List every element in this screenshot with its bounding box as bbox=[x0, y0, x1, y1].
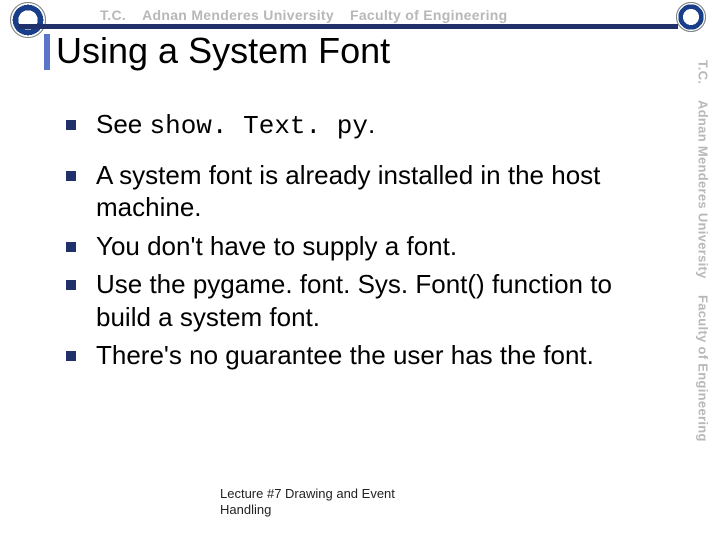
list-item: Use the pygame. font. Sys. Font() functi… bbox=[60, 268, 660, 333]
side-university: Adnan Menderes University bbox=[696, 100, 711, 279]
title-rule-thick bbox=[18, 24, 678, 27]
list-item: You don't have to supply a font. bbox=[60, 230, 660, 263]
footer-line1: Lecture #7 Drawing and Event bbox=[220, 486, 395, 502]
side-tc: T.C. bbox=[696, 60, 711, 84]
side-faculty: Faculty of Engineering bbox=[696, 295, 711, 442]
list-item: See show. Text. py. bbox=[60, 108, 660, 143]
page-title: Using a System Font bbox=[56, 30, 390, 72]
footer-line2: Handling bbox=[220, 502, 395, 518]
university-seal-icon bbox=[10, 2, 46, 38]
side-strip: T.C. Adnan Menderes University Faculty o… bbox=[694, 60, 712, 520]
faculty-seal-icon bbox=[676, 2, 706, 32]
bullet-list: A system font is already installed in th… bbox=[60, 159, 660, 372]
header-university: Adnan Menderes University bbox=[142, 7, 334, 23]
list-item: A system font is already installed in th… bbox=[60, 159, 660, 224]
header-tc: T.C. bbox=[100, 7, 126, 23]
bullet-text-suffix: . bbox=[368, 109, 375, 139]
title-rule-thin bbox=[18, 28, 678, 29]
bullet-text-prefix: See bbox=[96, 109, 150, 139]
header-strip: T.C. Adnan Menderes University Faculty o… bbox=[100, 6, 660, 24]
bullet-code: show. Text. py bbox=[150, 111, 368, 141]
bullet-text: A system font is already installed in th… bbox=[96, 160, 600, 223]
header-faculty: Faculty of Engineering bbox=[350, 7, 508, 23]
content-area: See show. Text. py. A system font is alr… bbox=[60, 108, 660, 378]
title-accent-bar bbox=[44, 34, 50, 70]
bullet-text: There's no guarantee the user has the fo… bbox=[96, 340, 594, 370]
bullet-list: See show. Text. py. bbox=[60, 108, 660, 143]
footer: Lecture #7 Drawing and Event Handling bbox=[220, 486, 395, 519]
bullet-text: You don't have to supply a font. bbox=[96, 231, 457, 261]
list-item: There's no guarantee the user has the fo… bbox=[60, 339, 660, 372]
bullet-text: Use the pygame. font. Sys. Font() functi… bbox=[96, 269, 612, 332]
